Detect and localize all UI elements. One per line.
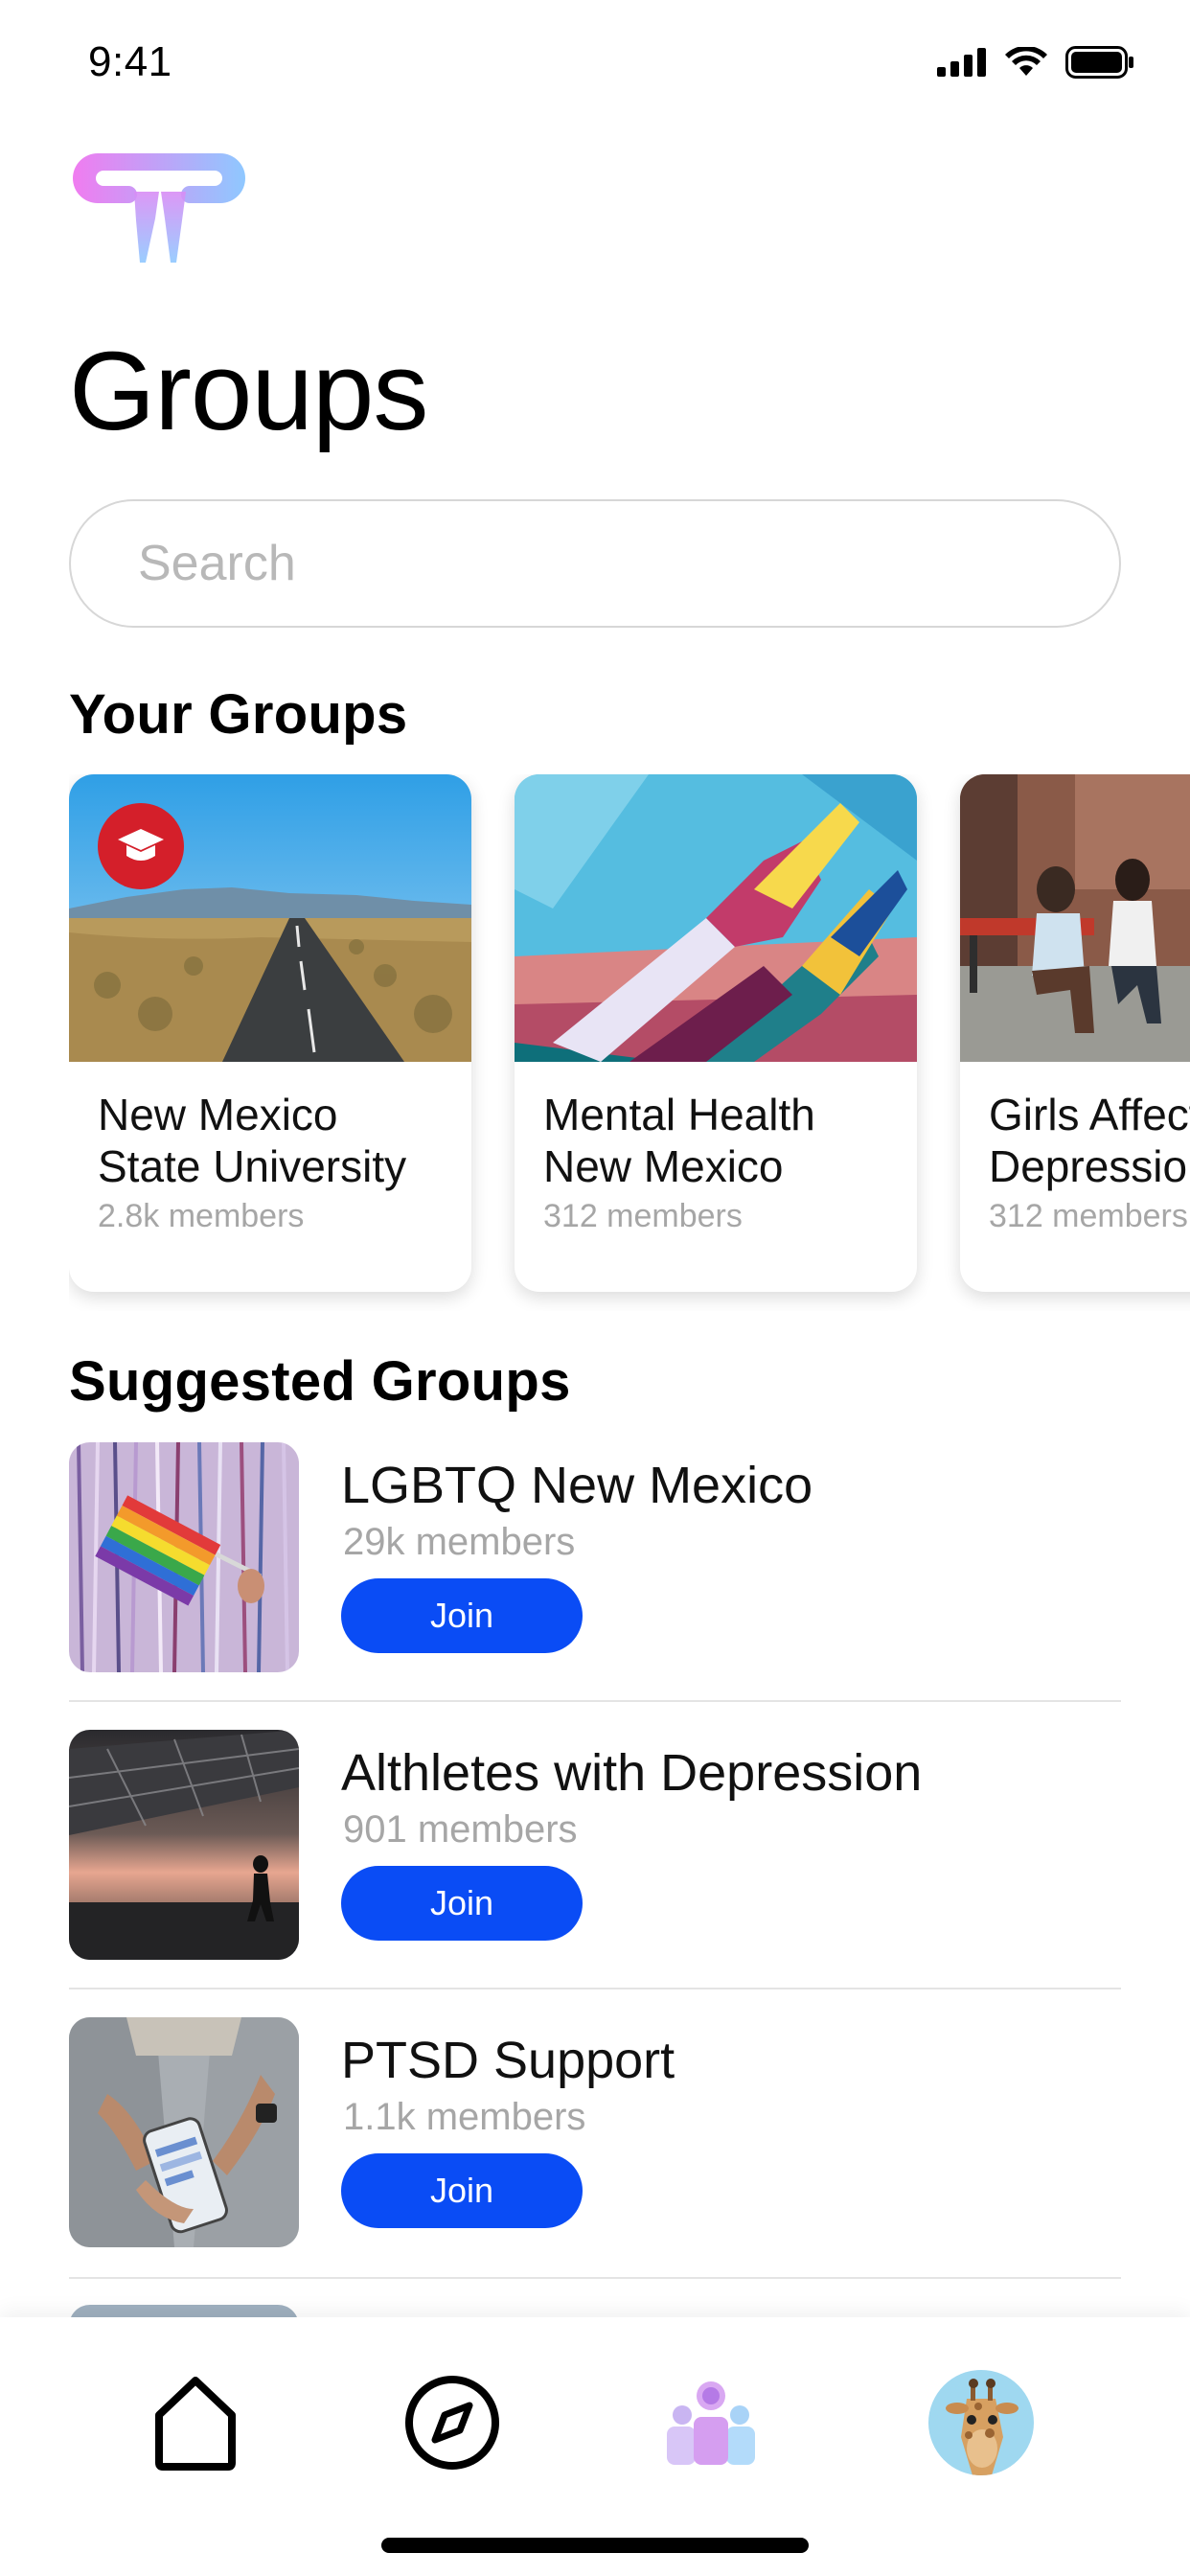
card-members: 312 members	[543, 1198, 743, 1234]
home-indicator	[381, 2538, 809, 2553]
app-logo-icon	[69, 150, 249, 268]
status-time: 9:41	[88, 38, 172, 85]
group-members: 901 members	[343, 1808, 578, 1851]
your-groups-carousel[interactable]: New Mexico State University 2.8k members	[69, 774, 1190, 1311]
list-item[interactable]: LGBTQ New Mexico 29k members Join	[69, 1442, 1121, 1730]
page-title: Groups	[69, 329, 428, 453]
women-on-bench-photo	[960, 774, 1190, 1062]
tab-groups[interactable]	[653, 2365, 768, 2480]
home-icon	[155, 2377, 236, 2471]
card-title: Girls Affected Depression	[989, 1090, 1190, 1191]
compass-icon	[405, 2376, 499, 2470]
card-members: 312 members	[989, 1198, 1188, 1234]
divider	[69, 1700, 1121, 1702]
battery-icon	[1065, 46, 1133, 79]
suggested-groups-title: Suggested Groups	[69, 1350, 571, 1413]
tab-home[interactable]	[138, 2365, 253, 2480]
your-groups-title: Your Groups	[69, 683, 408, 746]
card-title: New Mexico State University	[98, 1090, 407, 1191]
painted-hands-mural-photo	[515, 774, 917, 1062]
group-card-girls-depression[interactable]: Girls Affected Depression 312 members	[960, 774, 1190, 1292]
rainbow-flag-photo	[69, 1442, 299, 1672]
tab-explore[interactable]	[395, 2365, 510, 2480]
card-title: Mental Health New Mexico	[543, 1090, 815, 1191]
group-card-mental-health[interactable]: Mental Health New Mexico 312 members	[515, 774, 917, 1292]
group-card-nmsu[interactable]: New Mexico State University 2.8k members	[69, 774, 471, 1292]
join-button[interactable]: Join	[341, 1578, 583, 1653]
divider	[69, 1988, 1121, 1990]
group-name: PTSD Support	[341, 2032, 675, 2089]
tab-profile[interactable]	[924, 2365, 1039, 2480]
group-members: 1.1k members	[343, 2096, 586, 2138]
group-name: LGBTQ New Mexico	[341, 1457, 813, 1514]
cellular-signal-icon	[937, 48, 986, 77]
card-members: 2.8k members	[98, 1198, 305, 1234]
status-bar: 9:41	[0, 0, 1190, 128]
giraffe-avatar	[928, 2370, 1034, 2475]
join-button[interactable]: Join	[341, 1866, 583, 1941]
list-item[interactable]: PTSD Support 1.1k members Join	[69, 2017, 1121, 2305]
join-button[interactable]: Join	[341, 2153, 583, 2228]
graduation-cap-icon	[98, 803, 184, 889]
status-icons	[937, 46, 1134, 79]
search-input[interactable]	[138, 501, 1058, 626]
groups-icon	[667, 2381, 755, 2465]
runner-under-canopy-photo	[69, 1730, 299, 1960]
hands-holding-phone-photo	[69, 2017, 299, 2247]
divider	[69, 2277, 1121, 2279]
group-members: 29k members	[343, 1521, 576, 1563]
search-bar[interactable]	[69, 499, 1121, 628]
wifi-icon	[1005, 47, 1047, 76]
group-name: Althletes with Depression	[341, 1744, 923, 1802]
list-item[interactable]: Althletes with Depression 901 members Jo…	[69, 1730, 1121, 2017]
